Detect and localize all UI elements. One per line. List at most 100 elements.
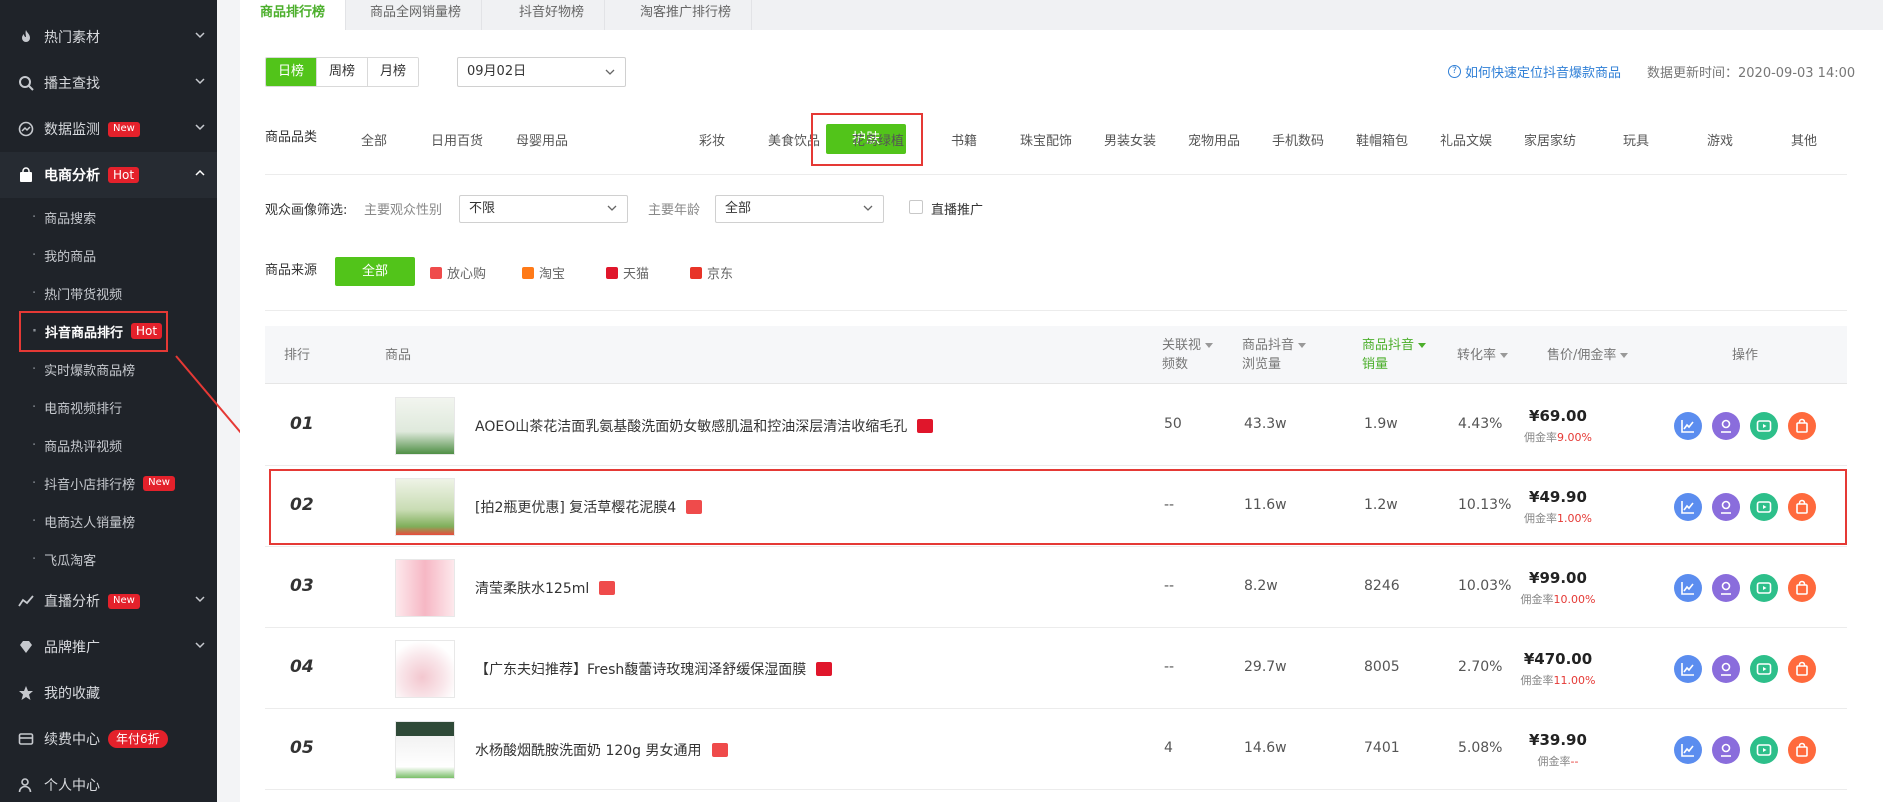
product-thumbnail[interactable] [395, 721, 455, 779]
category-books[interactable]: 书籍 [951, 130, 977, 149]
video-button[interactable] [1750, 574, 1778, 602]
product-name[interactable]: AOEO山茶花洁面乳氨基酸洗面奶女敏感肌温和控油深层清洁收缩毛孔 [475, 416, 934, 436]
sidebar-item-find-streamer[interactable]: 播主查找 [0, 60, 217, 106]
tab-good-items[interactable]: 抖音好物榜 [499, 0, 606, 30]
source-tmall[interactable]: 天猫 [606, 263, 649, 282]
product-name[interactable]: 水杨酸烟酰胺洗面奶 120g 男女通用 [475, 740, 728, 760]
streamer-button[interactable] [1712, 412, 1740, 440]
chevron-up-icon [195, 169, 205, 176]
sidebar-sub-shop-rank[interactable]: · 抖音小店排行榜 New [0, 464, 217, 502]
category-home[interactable]: 家居家纺 [1524, 130, 1576, 149]
video-button[interactable] [1750, 412, 1778, 440]
video-icon [1756, 663, 1772, 675]
period-day-button[interactable]: 日榜 [266, 58, 318, 86]
sidebar-item-renewal[interactable]: 续费中心 年付6折 [0, 716, 217, 762]
col-video-count[interactable]: 关联视 频数 [1162, 336, 1214, 374]
source-fangxin[interactable]: 放心购 [430, 263, 486, 282]
streamer-button[interactable] [1712, 655, 1740, 683]
period-week-button[interactable]: 周榜 [317, 58, 369, 86]
source-taobao[interactable]: 淘宝 [522, 263, 565, 282]
table-row[interactable]: 01 AOEO山茶花洁面乳氨基酸洗面奶女敏感肌温和控油深层清洁收缩毛孔 50 4… [265, 385, 1847, 466]
sidebar-sub-product-search[interactable]: · 商品搜索 [0, 198, 217, 236]
col-sales[interactable]: 商品抖音 销量 [1362, 336, 1427, 374]
sales: 8246 [1364, 578, 1400, 594]
tab-product-rank[interactable]: 商品排行榜 [240, 0, 347, 30]
sidebar-item-hot-materials[interactable]: 热门素材 [0, 14, 217, 60]
chart-icon [1681, 582, 1694, 595]
category-clothing[interactable]: 男装女装 [1104, 130, 1156, 149]
sidebar-sub-feigua-taoke[interactable]: · 飞瓜淘客 [0, 540, 217, 578]
period-month-button[interactable]: 月榜 [368, 58, 419, 86]
category-jewelry[interactable]: 珠宝配饰 [1020, 130, 1072, 149]
sidebar-item-ecommerce[interactable]: 电商分析 Hot [0, 152, 217, 198]
shop-button[interactable] [1788, 736, 1816, 764]
live-promo-checkbox[interactable] [909, 200, 923, 214]
video-button[interactable] [1750, 736, 1778, 764]
trend-chart-button[interactable] [1674, 736, 1702, 764]
trend-chart-button[interactable] [1674, 574, 1702, 602]
sidebar-sub-hot-videos[interactable]: · 热门带货视频 [0, 274, 217, 312]
sidebar-sub-my-products[interactable]: · 我的商品 [0, 236, 217, 274]
category-games[interactable]: 游戏 [1707, 130, 1733, 149]
sidebar-item-favorites[interactable]: 我的收藏 [0, 670, 217, 716]
tab-taoke-rank[interactable]: 淘客推广排行榜 [620, 0, 753, 30]
category-shoes-bags[interactable]: 鞋帽箱包 [1356, 130, 1408, 149]
shopping-bag-icon [1796, 742, 1808, 757]
tab-bar: 商品排行榜 商品全网销量榜 抖音好物榜 淘客推广排行榜 [240, 0, 1883, 30]
sidebar-item-live-analysis[interactable]: 直播分析 New [0, 578, 217, 624]
commission: 佣金率11.00% [1520, 674, 1596, 687]
video-button[interactable] [1750, 655, 1778, 683]
category-all[interactable]: 全部 [361, 130, 387, 149]
product-name[interactable]: 【广东夫妇推荐】Fresh馥蕾诗玫瑰润泽舒缓保湿面膜 [475, 659, 833, 679]
col-price[interactable]: 售价/佣金率 [1547, 346, 1629, 365]
date-select[interactable]: 09月02日 [457, 57, 626, 87]
category-makeup[interactable]: 彩妆 [699, 130, 725, 149]
trend-chart-button[interactable] [1674, 655, 1702, 683]
sidebar-item-brand-promo[interactable]: 品牌推广 [0, 624, 217, 670]
table-row[interactable]: 04 【广东夫妇推荐】Fresh馥蕾诗玫瑰润泽舒缓保湿面膜 -- 29.7w 8… [265, 628, 1847, 709]
product-thumbnail[interactable] [395, 559, 455, 617]
product-thumbnail[interactable] [395, 397, 455, 455]
source-all-button[interactable]: 全部 [335, 257, 415, 286]
product-name[interactable]: 清莹柔肤水125ml [475, 578, 616, 598]
category-daily[interactable]: 日用百货 [431, 130, 483, 149]
table-row[interactable]: 03 清莹柔肤水125ml -- 8.2w 8246 10.03% ¥99.00… [265, 547, 1847, 628]
row-actions [1674, 574, 1816, 602]
category-toys[interactable]: 玩具 [1623, 130, 1649, 149]
shopping-bag-icon [1796, 418, 1808, 433]
user-icon [1721, 581, 1731, 595]
streamer-button[interactable] [1712, 574, 1740, 602]
product-thumbnail[interactable] [395, 640, 455, 698]
update-time: 数据更新时间：2020-09-03 14:00 [1647, 66, 1856, 81]
col-conversion[interactable]: 转化率 [1457, 346, 1509, 365]
age-select[interactable]: 全部 [715, 195, 884, 223]
source-jd[interactable]: 京东 [690, 263, 733, 282]
shop-button[interactable] [1788, 655, 1816, 683]
sidebar-item-data-monitor[interactable]: 数据监测 New [0, 106, 217, 152]
category-baby[interactable]: 母婴用品 [516, 130, 568, 149]
row-actions [1674, 655, 1816, 683]
tmall-icon [816, 662, 833, 676]
period-switch: 日榜 周榜 月榜 [265, 57, 420, 87]
sidebar-sub-influencer-sales[interactable]: · 电商达人销量榜 [0, 502, 217, 540]
shop-button[interactable] [1788, 412, 1816, 440]
help-link[interactable]: ? 如何快速定位抖音爆款商品 [1448, 62, 1621, 81]
tab-network-sales[interactable]: 商品全网销量榜 [350, 0, 483, 30]
category-pets[interactable]: 宠物用品 [1188, 130, 1240, 149]
category-digital[interactable]: 手机数码 [1272, 130, 1324, 149]
table-row[interactable]: 05 水杨酸烟酰胺洗面奶 120g 男女通用 4 14.6w 7401 5.08… [265, 709, 1847, 790]
gender-select[interactable]: 不限 [459, 195, 628, 223]
divider [265, 310, 1847, 311]
video-count: -- [1164, 659, 1175, 675]
table-header: 排行 商品 关联视 频数 商品抖音 浏览量 商品抖音 销量 转化率 售价/佣金率 操作 [265, 326, 1847, 384]
category-gifts[interactable]: 礼品文娱 [1440, 130, 1492, 149]
chart-icon [1681, 744, 1694, 757]
col-views[interactable]: 商品抖音 浏览量 [1242, 336, 1307, 374]
shop-button[interactable] [1788, 574, 1816, 602]
conversion: 10.03% [1458, 578, 1512, 594]
category-other[interactable]: 其他 [1791, 130, 1817, 149]
price: ¥39.90 [1529, 731, 1587, 749]
sidebar-item-profile[interactable]: 个人中心 [0, 762, 217, 802]
trend-chart-button[interactable] [1674, 412, 1702, 440]
streamer-button[interactable] [1712, 736, 1740, 764]
